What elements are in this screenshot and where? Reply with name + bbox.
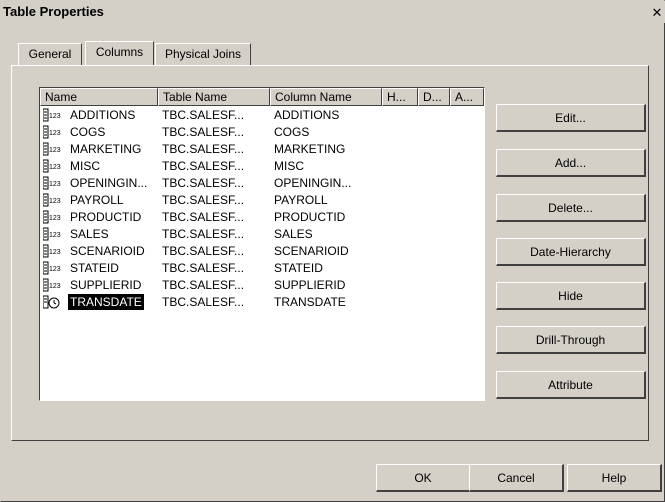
row-column-name: OPENINGIN...	[274, 176, 352, 190]
row-table-name: TBC.SALESF...	[162, 193, 245, 207]
close-icon[interactable]: ✕	[650, 6, 664, 20]
numeric-subscript: 123	[49, 249, 61, 256]
tab-general-label: General	[28, 47, 72, 61]
row-name: SCENARIOID	[70, 244, 145, 258]
row-table-name: TBC.SALESF...	[162, 244, 245, 258]
edit-button[interactable]: Edit...	[496, 104, 646, 132]
row-column-name: ADDITIONS	[274, 108, 340, 122]
numeric-subscript: 123	[49, 232, 61, 239]
row-table-name: TBC.SALESF...	[162, 176, 245, 190]
numeric-column-icon: 123	[42, 108, 69, 122]
date-column-icon	[42, 295, 69, 309]
row-column-name: COGS	[274, 125, 310, 139]
help-button[interactable]: Help	[567, 464, 662, 492]
row-column-name: MISC	[274, 159, 304, 173]
tab-physical-joins-label: Physical Joins	[164, 47, 242, 61]
delete-button[interactable]: Delete...	[496, 194, 646, 222]
numeric-subscript: 123	[49, 181, 61, 188]
row-table-name: TBC.SALESF...	[162, 278, 245, 292]
numeric-column-icon: 123	[42, 227, 69, 241]
numeric-column-icon: 123	[42, 244, 69, 258]
row-table-name: TBC.SALESF...	[162, 227, 245, 241]
tab-physical-joins[interactable]: Physical Joins	[155, 43, 251, 65]
row-name: MISC	[70, 159, 100, 173]
row-name: STATEID	[70, 261, 119, 275]
list-item[interactable]: 123 SALES TBC.SALESF... SALES	[40, 226, 484, 242]
table-properties-dialog: Table Properties ✕ General Columns Physi…	[0, 0, 665, 502]
numeric-column-icon: 123	[42, 261, 69, 275]
cancel-button[interactable]: Cancel	[469, 464, 564, 492]
add-button[interactable]: Add...	[496, 149, 646, 177]
row-column-name: PAYROLL	[274, 193, 328, 207]
row-table-name: TBC.SALESF...	[162, 108, 245, 122]
numeric-subscript: 123	[49, 147, 61, 154]
tab-general[interactable]: General	[18, 43, 82, 65]
row-name: PAYROLL	[70, 193, 124, 207]
attribute-button[interactable]: Attribute	[496, 371, 646, 399]
list-item[interactable]: TRANSDATE TBC.SALESF... TRANSDATE	[40, 294, 484, 310]
numeric-subscript: 123	[49, 266, 61, 273]
numeric-subscript: 123	[49, 283, 61, 290]
numeric-subscript: 123	[49, 198, 61, 205]
row-column-name: SALES	[274, 227, 313, 241]
row-name: PRODUCTID	[70, 210, 142, 224]
window-title: Table Properties	[3, 4, 104, 19]
header-h[interactable]: H...	[382, 88, 418, 106]
row-name: OPENINGIN...	[70, 176, 148, 190]
list-item[interactable]: 123 SUPPLIERID TBC.SALESF... SUPPLIERID	[40, 277, 484, 293]
header-d[interactable]: D...	[418, 88, 450, 106]
row-name: TRANSDATE	[68, 294, 144, 310]
row-table-name: TBC.SALESF...	[162, 142, 245, 156]
list-item[interactable]: 123 MISC TBC.SALESF... MISC	[40, 158, 484, 174]
row-name: ADDITIONS	[70, 108, 136, 122]
row-table-name: TBC.SALESF...	[162, 261, 245, 275]
row-column-name: STATEID	[274, 261, 323, 275]
header-name[interactable]: Name	[40, 88, 158, 106]
row-table-name: TBC.SALESF...	[162, 295, 245, 309]
row-table-name: TBC.SALESF...	[162, 210, 245, 224]
title-bar: Table Properties ✕	[1, 1, 665, 23]
list-item[interactable]: 123 MARKETING TBC.SALESF... MARKETING	[40, 141, 484, 157]
date-hierarchy-button[interactable]: Date-Hierarchy	[496, 238, 646, 266]
row-column-name: TRANSDATE	[274, 295, 346, 309]
hide-button[interactable]: Hide	[496, 282, 646, 310]
list-item[interactable]: 123 PAYROLL TBC.SALESF... PAYROLL	[40, 192, 484, 208]
drill-through-button[interactable]: Drill-Through	[496, 326, 646, 354]
row-column-name: SUPPLIERID	[274, 278, 346, 292]
numeric-column-icon: 123	[42, 210, 69, 224]
header-table-name[interactable]: Table Name	[158, 88, 270, 106]
numeric-column-icon: 123	[42, 176, 69, 190]
numeric-subscript: 123	[49, 113, 61, 120]
header-a[interactable]: A...	[450, 88, 484, 106]
numeric-subscript: 123	[49, 130, 61, 137]
list-item[interactable]: 123 STATEID TBC.SALESF... STATEID	[40, 260, 484, 276]
numeric-column-icon: 123	[42, 278, 69, 292]
list-item[interactable]: 123 PRODUCTID TBC.SALESF... PRODUCTID	[40, 209, 484, 225]
row-table-name: TBC.SALESF...	[162, 125, 245, 139]
numeric-column-icon: 123	[42, 142, 69, 156]
tab-columns[interactable]: Columns	[85, 41, 154, 65]
columns-list[interactable]: Name Table Name Column Name H... D... A.…	[39, 87, 485, 401]
numeric-column-icon: 123	[42, 159, 69, 173]
row-column-name: MARKETING	[274, 142, 346, 156]
numeric-column-icon: 123	[42, 193, 69, 207]
list-item[interactable]: 123 OPENINGIN... TBC.SALESF... OPENINGIN...	[40, 175, 484, 191]
row-name: COGS	[70, 125, 106, 139]
row-column-name: PRODUCTID	[274, 210, 346, 224]
numeric-subscript: 123	[49, 215, 61, 222]
row-name: SALES	[70, 227, 109, 241]
ok-button[interactable]: OK	[376, 464, 471, 492]
row-table-name: TBC.SALESF...	[162, 159, 245, 173]
numeric-column-icon: 123	[42, 125, 69, 139]
row-column-name: SCENARIOID	[274, 244, 349, 258]
row-name: MARKETING	[70, 142, 142, 156]
tab-columns-label: Columns	[95, 45, 144, 59]
numeric-subscript: 123	[49, 164, 61, 171]
row-name: SUPPLIERID	[70, 278, 142, 292]
list-item[interactable]: 123 SCENARIOID TBC.SALESF... SCENARIOID	[40, 243, 484, 259]
list-item[interactable]: 123 ADDITIONS TBC.SALESF... ADDITIONS	[40, 107, 484, 123]
list-item[interactable]: 123 COGS TBC.SALESF... COGS	[40, 124, 484, 140]
header-column-name[interactable]: Column Name	[270, 88, 382, 106]
